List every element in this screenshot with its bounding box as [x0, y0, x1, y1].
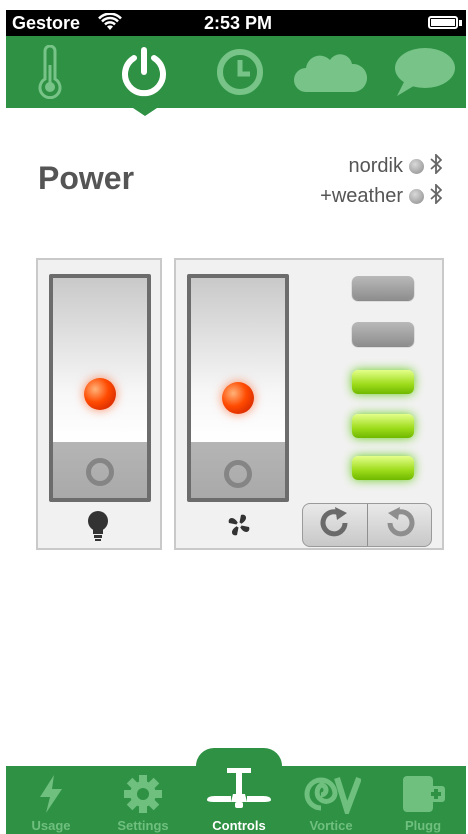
- tab-plugg[interactable]: Plugg: [378, 766, 468, 834]
- tab-label: Plugg: [404, 818, 442, 833]
- battery-tip: [459, 20, 462, 26]
- fan-speed-level-5[interactable]: [352, 276, 414, 300]
- clock-icon: [215, 47, 265, 97]
- switch-on-half: [53, 278, 147, 442]
- clock-time: 2:53 PM: [204, 13, 273, 33]
- chat-bubble-icon: [393, 46, 457, 98]
- light-on-indicator: [84, 378, 116, 410]
- device-status-nordik: nordik: [348, 152, 443, 179]
- lightbulb-icon: [86, 510, 110, 547]
- battery-icon: [428, 16, 458, 29]
- rotation-direction-control: [302, 503, 432, 547]
- bluetooth-icon: [430, 152, 443, 179]
- active-tab-indicator: [133, 108, 157, 116]
- device-name: nordik: [348, 155, 403, 177]
- tab-label: Controls: [212, 818, 266, 833]
- thermometer-icon: [37, 45, 63, 99]
- tab-weather[interactable]: [290, 42, 370, 102]
- fan-control-panel: [174, 258, 444, 550]
- light-toggle-switch[interactable]: [49, 274, 151, 502]
- fan-speed-level-3[interactable]: [352, 370, 414, 394]
- fan-toggle-switch[interactable]: [187, 274, 289, 502]
- device-name: +weather: [320, 185, 403, 207]
- top-nav-bar: [6, 36, 466, 108]
- rotate-counterclockwise-button[interactable]: [368, 504, 431, 546]
- tab-power[interactable]: [114, 42, 174, 102]
- fan-speed-level-4[interactable]: [352, 322, 414, 346]
- plug-add-icon: [378, 774, 468, 814]
- switch-on-half: [191, 278, 285, 442]
- tab-label: Usage: [31, 818, 71, 833]
- fan-icon: [224, 510, 254, 545]
- tab-usage[interactable]: Usage: [6, 766, 96, 834]
- tab-settings[interactable]: Settings: [98, 766, 188, 834]
- connection-led: [409, 189, 424, 204]
- off-ring-icon: [224, 460, 252, 488]
- power-icon: [118, 46, 170, 98]
- lightning-icon: [6, 774, 96, 814]
- gear-icon: [98, 774, 188, 814]
- rotate-clockwise-icon: [317, 506, 353, 544]
- cloud-icon: [292, 50, 368, 94]
- carrier-label: Gestore: [12, 13, 81, 33]
- off-ring-icon: [86, 458, 114, 486]
- vortice-logo-icon: [286, 774, 376, 814]
- tab-label: Vortice: [309, 818, 353, 833]
- status-bar: Gestore 2:53 PM: [6, 10, 466, 36]
- bluetooth-icon: [430, 182, 443, 209]
- fan-speed-level-1[interactable]: [352, 456, 414, 480]
- tab-schedule[interactable]: [210, 42, 270, 102]
- light-control-panel: [36, 258, 162, 550]
- fan-speed-level-2[interactable]: [352, 414, 414, 438]
- ceiling-fan-icon: [194, 768, 284, 810]
- connection-led: [409, 159, 424, 174]
- device-status-weather: +weather: [320, 182, 443, 209]
- wifi-icon: [98, 12, 122, 36]
- tab-messages[interactable]: [390, 42, 460, 102]
- fan-on-indicator: [222, 382, 254, 414]
- page-title: Power: [38, 160, 135, 196]
- tab-controls[interactable]: Controls: [194, 766, 284, 834]
- tab-temperature[interactable]: [30, 42, 70, 102]
- tab-vortice[interactable]: Vortice: [286, 766, 376, 834]
- tab-label: Settings: [117, 818, 169, 833]
- rotate-counterclockwise-icon: [382, 506, 418, 544]
- rotate-clockwise-button[interactable]: [303, 504, 367, 546]
